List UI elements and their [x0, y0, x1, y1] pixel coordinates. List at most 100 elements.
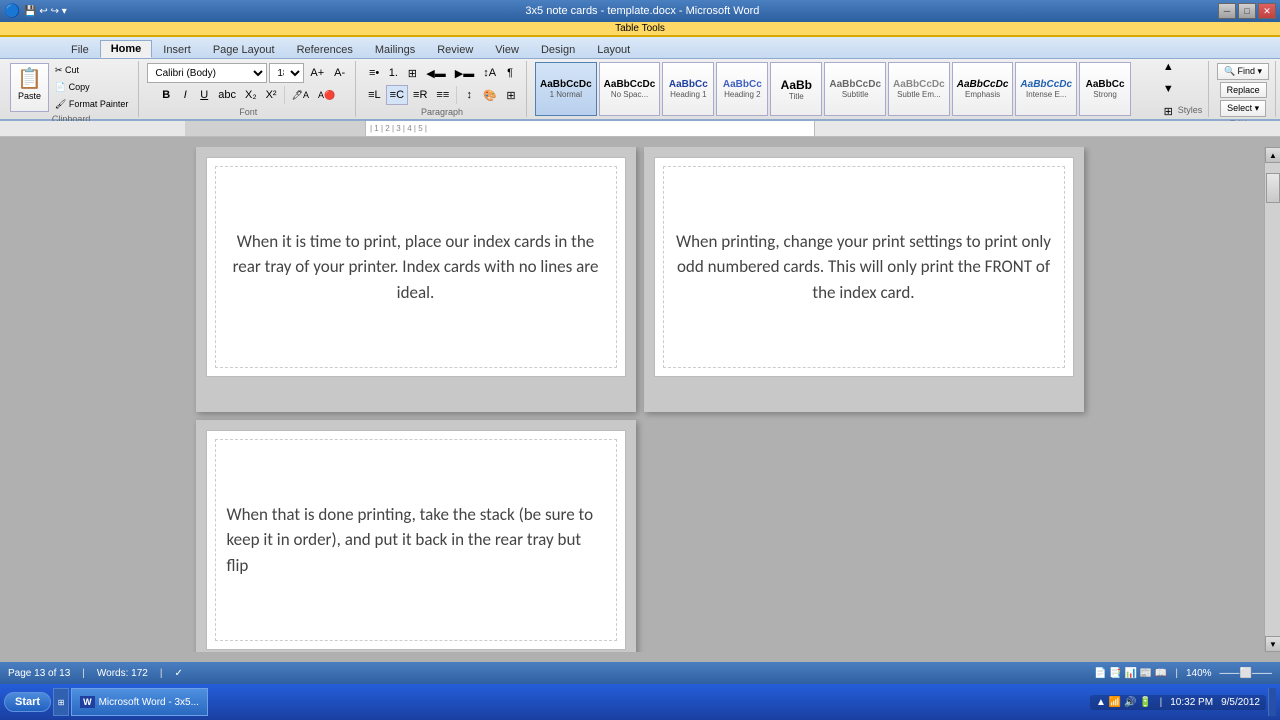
close-button[interactable]: ✕	[1258, 3, 1276, 19]
ribbon-group-clipboard: 📋 Paste ✂ Cut 📄 Copy 🖌 Format Painter Cl…	[4, 61, 139, 117]
highlight-button[interactable]: 🖊A	[288, 85, 313, 105]
ruler-left-margin	[185, 121, 365, 136]
style-subtle-em[interactable]: AaBbCcDc Subtle Em...	[888, 62, 950, 116]
style-emphasis[interactable]: AaBbCcDc Emphasis	[952, 62, 1014, 116]
styles-scroll-up[interactable]: ▲	[1159, 57, 1178, 77]
table-tools-section: Table Tools	[0, 22, 1280, 37]
align-center-button[interactable]: ≡C	[386, 85, 408, 105]
style-intense-em[interactable]: AaBbCcDc Intense E...	[1015, 62, 1077, 116]
increase-indent-button[interactable]: ▶▬	[451, 63, 478, 83]
index-card-1[interactable]: When it is time to print, place our inde…	[206, 157, 626, 377]
style-title[interactable]: AaBb Title	[770, 62, 822, 116]
page-row-2: When that is done printing, take the sta…	[25, 420, 1254, 652]
tray-date: 9/5/2012	[1221, 697, 1260, 708]
copy-button[interactable]: 📄 Copy	[51, 80, 132, 95]
tab-view[interactable]: View	[484, 41, 530, 58]
style-strong[interactable]: AaBbCc Strong	[1079, 62, 1131, 116]
start-button[interactable]: Start	[4, 692, 51, 712]
subscript-button[interactable]: X₂	[241, 85, 261, 105]
scroll-track[interactable]	[1265, 163, 1280, 636]
ribbon-tab-bar: File Home Insert Page Layout References …	[0, 37, 1280, 59]
scroll-up-button[interactable]: ▲	[1265, 147, 1280, 163]
page-info: Page 13 of 13	[8, 668, 70, 679]
strikethrough-button[interactable]: abc	[214, 85, 240, 105]
underline-button[interactable]: U	[195, 85, 213, 105]
grow-font-button[interactable]: A+	[306, 63, 328, 83]
tab-review[interactable]: Review	[426, 41, 484, 58]
styles-expand[interactable]: ⊞	[1159, 101, 1178, 121]
scroll-down-button[interactable]: ▼	[1265, 636, 1280, 652]
tab-references[interactable]: References	[286, 41, 364, 58]
style-heading1[interactable]: AaBbCc Heading 1	[662, 62, 714, 116]
minimize-button[interactable]: ─	[1218, 3, 1236, 19]
taskbar: Start ⊞ W Microsoft Word - 3x5... ▲ 📶 🔊 …	[0, 684, 1280, 720]
editing-controls: 🔍 Find ▾ Replace Select ▾	[1217, 63, 1269, 117]
window-title: 3x5 note cards - template.docx - Microso…	[67, 5, 1218, 17]
card-3-text: When that is done printing, take the sta…	[227, 502, 605, 579]
desktop-icon: ⊞	[58, 698, 65, 707]
system-tray: ▲ 📶 🔊 🔋 | 10:32 PM 9/5/2012	[1090, 695, 1266, 710]
status-sep1: |	[82, 668, 85, 679]
ribbon-group-styles: AaBbCcDc 1 Normal AaBbCcDc No Spac... Aa…	[529, 61, 1209, 117]
clipboard-buttons: 📋 Paste ✂ Cut 📄 Copy 🖌 Format Painter	[10, 63, 132, 112]
index-card-2[interactable]: When printing, change your print setting…	[654, 157, 1074, 377]
style-subtitle[interactable]: AaBbCcDc Subtitle	[824, 62, 886, 116]
tab-page-layout[interactable]: Page Layout	[202, 41, 286, 58]
sort-button[interactable]: ↕A	[479, 63, 500, 83]
line-spacing-button[interactable]: ↕	[460, 85, 478, 105]
tab-layout[interactable]: Layout	[586, 41, 641, 58]
bullets-button[interactable]: ≡•	[365, 63, 383, 83]
tab-file[interactable]: File	[60, 41, 100, 58]
tab-mailings[interactable]: Mailings	[364, 41, 426, 58]
justify-button[interactable]: ≡≡	[432, 85, 453, 105]
show-desktop-button[interactable]: ⊞	[53, 688, 69, 716]
bold-button[interactable]: B	[157, 85, 175, 105]
shrink-font-button[interactable]: A-	[330, 63, 349, 83]
align-right-button[interactable]: ≡R	[409, 85, 431, 105]
replace-button[interactable]: Replace	[1220, 82, 1267, 98]
shading-button[interactable]: 🎨	[479, 85, 501, 105]
cut-button[interactable]: ✂ Cut	[51, 63, 132, 78]
format-painter-button[interactable]: 🖌 Format Painter	[51, 97, 132, 112]
index-card-3[interactable]: When that is done printing, take the sta…	[206, 430, 626, 650]
style-normal[interactable]: AaBbCcDc 1 Normal	[535, 62, 597, 116]
table-tools-label: Table Tools	[615, 23, 665, 34]
zoom-level: 140%	[1186, 668, 1212, 679]
style-heading2[interactable]: AaBbCc Heading 2	[716, 62, 768, 116]
word-page-3: When that is done printing, take the sta…	[196, 420, 636, 652]
word-taskbar-icon: W	[80, 696, 95, 708]
page-row-1: When it is time to print, place our inde…	[25, 147, 1254, 412]
view-icons: 📄 📑 📊 📰 📖	[1094, 668, 1167, 679]
tab-home[interactable]: Home	[100, 40, 153, 58]
show-desktop-strip[interactable]	[1268, 688, 1276, 716]
borders-button[interactable]: ⊞	[502, 85, 520, 105]
numbering-button[interactable]: 1.	[384, 63, 402, 83]
font-color-button[interactable]: A🔴	[314, 85, 339, 105]
window-controls: ─ □ ✕	[1218, 3, 1276, 19]
status-sep3: |	[1175, 668, 1178, 679]
zoom-slider[interactable]: ——⬜——	[1220, 668, 1272, 679]
show-formatting-button[interactable]: ¶	[501, 63, 519, 83]
decrease-indent-button[interactable]: ◀▬	[422, 63, 449, 83]
styles-label: Styles	[1178, 103, 1203, 115]
italic-button[interactable]: I	[176, 85, 194, 105]
tab-design[interactable]: Design	[530, 41, 586, 58]
find-icon: 🔍	[1224, 66, 1235, 77]
superscript-button[interactable]: X²	[262, 85, 281, 105]
scroll-thumb[interactable]	[1266, 173, 1280, 203]
paste-button[interactable]: 📋 Paste	[10, 63, 49, 112]
tab-insert[interactable]: Insert	[152, 41, 202, 58]
font-sep	[284, 86, 285, 104]
find-button[interactable]: 🔍 Find ▾	[1217, 63, 1269, 80]
font-size-select[interactable]: 18	[269, 63, 304, 83]
styles-scroll-down[interactable]: ▼	[1159, 79, 1178, 99]
right-scrollbar: ▲ ▼	[1264, 147, 1280, 652]
styles-scroll: ▲ ▼ ⊞	[1159, 57, 1178, 121]
multilevel-button[interactable]: ⊞	[403, 63, 421, 83]
font-family-select[interactable]: Calibri (Body)	[147, 63, 267, 83]
select-button[interactable]: Select ▾	[1220, 100, 1266, 117]
align-left-button[interactable]: ≡L	[364, 85, 385, 105]
maximize-button[interactable]: □	[1238, 3, 1256, 19]
style-no-spacing[interactable]: AaBbCcDc No Spac...	[599, 62, 661, 116]
taskbar-word-item[interactable]: W Microsoft Word - 3x5...	[71, 688, 208, 716]
